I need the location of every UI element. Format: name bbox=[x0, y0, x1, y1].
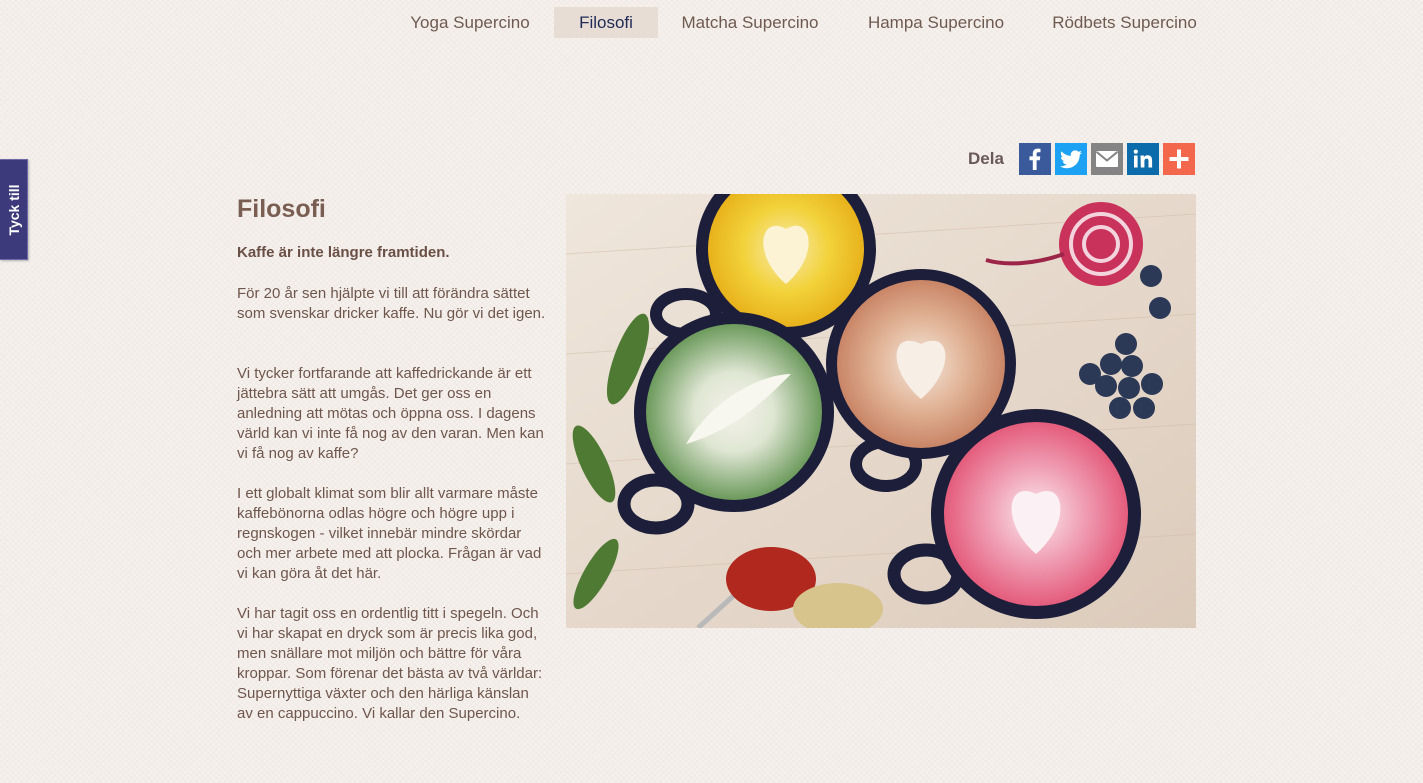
article-paragraph: Vi tycker fortfarande att kaffedrickande… bbox=[237, 365, 544, 462]
share-label: Dela bbox=[968, 149, 1004, 168]
plus-icon bbox=[1169, 149, 1189, 169]
main-navigation: Yoga Supercino Filosofi Matcha Supercino… bbox=[0, 7, 1423, 38]
nav-item-filosofi[interactable]: Filosofi bbox=[554, 7, 658, 38]
share-twitter-button[interactable] bbox=[1055, 143, 1087, 175]
share-email-button[interactable] bbox=[1091, 143, 1123, 175]
nav-item-yoga-supercino[interactable]: Yoga Supercino bbox=[398, 7, 542, 38]
nav-item-hampa-supercino[interactable]: Hampa Supercino bbox=[856, 7, 1016, 38]
article-paragraph: För 20 år sen hjälpte vi till att föränd… bbox=[237, 285, 546, 322]
nav-item-matcha-supercino[interactable]: Matcha Supercino bbox=[670, 7, 830, 38]
article-lead: Kaffe är inte längre framtiden. bbox=[237, 244, 450, 261]
nav-item-rodbets-supercino[interactable]: Rödbets Supercino bbox=[1041, 7, 1208, 38]
feedback-tab[interactable]: Tyck till bbox=[0, 159, 28, 260]
article-paragraph: I ett globalt klimat som blir allt varma… bbox=[237, 485, 542, 582]
twitter-icon bbox=[1060, 150, 1082, 169]
share-facebook-button[interactable] bbox=[1019, 143, 1051, 175]
hero-image bbox=[566, 194, 1196, 628]
share-linkedin-button[interactable] bbox=[1127, 143, 1159, 175]
article-paragraph: Vi har tagit oss en ordentlig titt i spe… bbox=[237, 605, 543, 722]
linkedin-icon bbox=[1133, 149, 1153, 168]
feedback-tab-label: Tyck till bbox=[5, 183, 22, 236]
facebook-icon bbox=[1029, 148, 1041, 170]
page-title: Filosofi bbox=[237, 195, 326, 223]
share-more-button[interactable] bbox=[1163, 143, 1195, 175]
email-icon bbox=[1095, 151, 1119, 167]
